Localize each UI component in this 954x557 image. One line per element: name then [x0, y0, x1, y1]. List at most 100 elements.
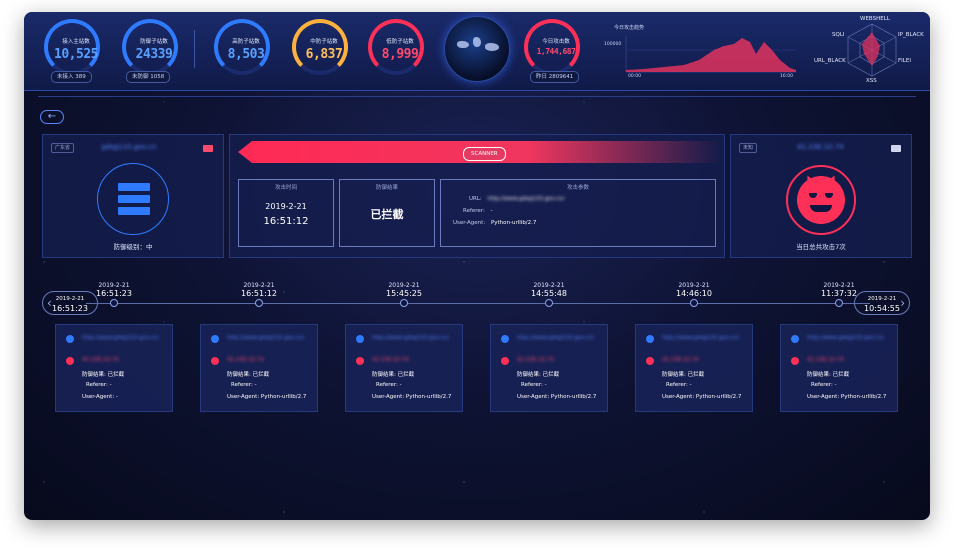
location-tag: 未知	[739, 143, 758, 153]
param-useragent-value: Python-urllib/2.7	[490, 220, 537, 226]
radar-label: IP_BLACK	[898, 32, 924, 38]
param-useragent: User-Agent: Python-urllib/2.7	[453, 220, 536, 226]
gauge-label: 高防子站数	[232, 39, 260, 45]
tick-time: 14:55:48	[531, 289, 567, 298]
param-url-key: URL:	[469, 196, 482, 202]
radar-label: WEBSHELL	[860, 16, 890, 22]
attacker-devil-icon	[786, 165, 856, 235]
gauge-defended-sites: 防御子站数 24339	[122, 19, 178, 75]
tick-time: 16:51:23	[96, 289, 132, 298]
card-url: http://www.gdsg110.gov.cn/	[227, 335, 304, 341]
shield-icon	[66, 335, 74, 343]
site-domain[interactable]: gdsg110.gov.cn	[101, 143, 156, 151]
card-result: 防御结果: 已拦截	[372, 372, 415, 378]
gauge-sub-badge: 未接入 389	[51, 71, 92, 83]
attack-trend-chart: 今日攻击趋势 100000 00:00 16:00	[604, 20, 800, 82]
gauge-attacks-today: 今日攻击数 1,744,687	[524, 19, 580, 75]
attack-date: 2019-2-21	[265, 202, 307, 211]
event-card[interactable]: http://www.gdsg110.gov.cn/ 42.236.10.74 …	[780, 324, 898, 412]
tick-date: 2019-2-21	[98, 282, 130, 289]
radar-label: XSS	[866, 78, 877, 84]
card-ip: 42.236.10.74	[662, 357, 699, 363]
radar-label: URL_BLACK	[814, 58, 846, 64]
timeline-tick: 2019-2-21 15:45:25	[369, 282, 439, 298]
timeline-node[interactable]	[255, 299, 263, 307]
event-card[interactable]: http://www.gdsg110.gov.cn/ 42.236.10.74 …	[200, 324, 318, 412]
thermometer-icon	[356, 357, 364, 365]
thermometer-icon	[211, 357, 219, 365]
thermometer-icon	[646, 357, 654, 365]
chart-x-start: 00:00	[628, 74, 641, 79]
card-url: http://www.gdsg110.gov.cn/	[82, 335, 159, 341]
content-top-border	[38, 96, 916, 97]
event-card[interactable]: http://www.gdsg110.gov.cn/ 42.236.10.74 …	[345, 324, 463, 412]
back-button[interactable]: ←	[40, 110, 64, 124]
event-card[interactable]: http://www.gdsg110.gov.cn/ 42.236.10.74 …	[55, 324, 173, 412]
timeline-axis	[86, 303, 870, 304]
timeline-tick: 2019-2-21 14:55:48	[514, 282, 584, 298]
event-card[interactable]: http://www.gdsg110.gov.cn/ 42.236.10.74 …	[490, 324, 608, 412]
shield-icon	[356, 335, 364, 343]
tick-date: 2019-2-21	[388, 282, 420, 289]
card-url: http://www.gdsg110.gov.cn/	[372, 335, 449, 341]
globe-icon	[444, 16, 510, 82]
card-result: 防御结果: 已拦截	[662, 372, 705, 378]
card-referer: Referer: -	[231, 382, 257, 388]
card-ip: 42.236.10.74	[807, 357, 844, 363]
event-card[interactable]: http://www.gdsg110.gov.cn/ 42.236.10.74 …	[635, 324, 753, 412]
card-result: 防御结果: 已拦截	[807, 372, 850, 378]
defense-result-box: 防御结果 已拦截	[339, 179, 435, 247]
gauge-low-defense: 低防子站数 8,999	[368, 19, 424, 75]
tick-time: 14:46:10	[676, 289, 712, 298]
tick-time: 16:51:12	[241, 289, 277, 298]
box-title: 攻击时间	[274, 185, 297, 191]
tick-date: 2019-2-21	[823, 282, 855, 289]
shield-icon	[791, 335, 799, 343]
card-useragent: User-Agent: -	[82, 394, 118, 400]
gauge-label: 防御子站数	[140, 39, 168, 45]
card-useragent: User-Agent: Python-urllib/2.7	[372, 394, 452, 400]
card-url: http://www.gdsg110.gov.cn/	[517, 335, 594, 341]
gauge-value: 8,503	[227, 47, 265, 62]
timeline-node[interactable]	[110, 299, 118, 307]
card-useragent: User-Agent: Python-urllib/2.7	[227, 394, 307, 400]
param-url-value: http://www.gdsg110.gov.cn/	[487, 196, 565, 202]
gauge-value: 24339	[135, 47, 173, 62]
attack-count-summary: 当日总共攻击7次	[796, 243, 846, 251]
attacker-ip[interactable]: 42.236.10.74	[797, 143, 844, 151]
timeline-node[interactable]	[835, 299, 843, 307]
card-ip: 42.236.10.74	[82, 357, 119, 363]
attacker-panel: 未知 42.236.10.74 当日总共攻击7次	[730, 134, 912, 258]
card-referer: Referer: -	[666, 382, 692, 388]
gauge-label: 低防子站数	[386, 39, 414, 45]
card-url: http://www.gdsg110.gov.cn/	[662, 335, 739, 341]
card-referer: Referer: -	[86, 382, 112, 388]
gauge-value: 10,525	[54, 47, 98, 62]
flag-icon	[891, 145, 901, 152]
tick-time: 11:37:32	[821, 289, 857, 298]
timeline-node[interactable]	[400, 299, 408, 307]
card-result: 防御结果: 已拦截	[517, 372, 560, 378]
gauge-high-defense: 高防子站数 8,503	[214, 19, 270, 75]
timeline-node[interactable]	[545, 299, 553, 307]
card-result: 防御结果: 已拦截	[82, 372, 125, 378]
param-referer-value: -	[490, 208, 493, 214]
timeline-node[interactable]	[690, 299, 698, 307]
card-referer: Referer: -	[811, 382, 837, 388]
card-useragent: User-Agent: Python-urllib/2.7	[807, 394, 887, 400]
card-ip: 42.236.10.74	[372, 357, 409, 363]
gauge-sub-badge: 未防御 1058	[126, 71, 171, 83]
gauge-value: 8,999	[381, 47, 419, 62]
box-title: 攻击参数	[566, 185, 589, 191]
thermometer-icon	[501, 357, 509, 365]
gauge-main-sites: 接入主站数 10,525	[44, 19, 100, 75]
tick-date: 2019-2-21	[533, 282, 565, 289]
timeline-tick: 2019-2-21 16:51:23	[79, 282, 149, 298]
gauge-mid-defense: 中防子站数 6,837	[292, 19, 348, 75]
card-referer: Referer: -	[521, 382, 547, 388]
card-result: 防御结果: 已拦截	[227, 372, 270, 378]
gauge-label: 中防子站数	[310, 39, 338, 45]
shield-icon	[211, 335, 219, 343]
defense-level: 防御级别：中	[113, 243, 153, 251]
attack-detail-panel: SCANNER 攻击时间 2019-2-21 16:51:12 防御结果 已拦截…	[229, 134, 725, 258]
